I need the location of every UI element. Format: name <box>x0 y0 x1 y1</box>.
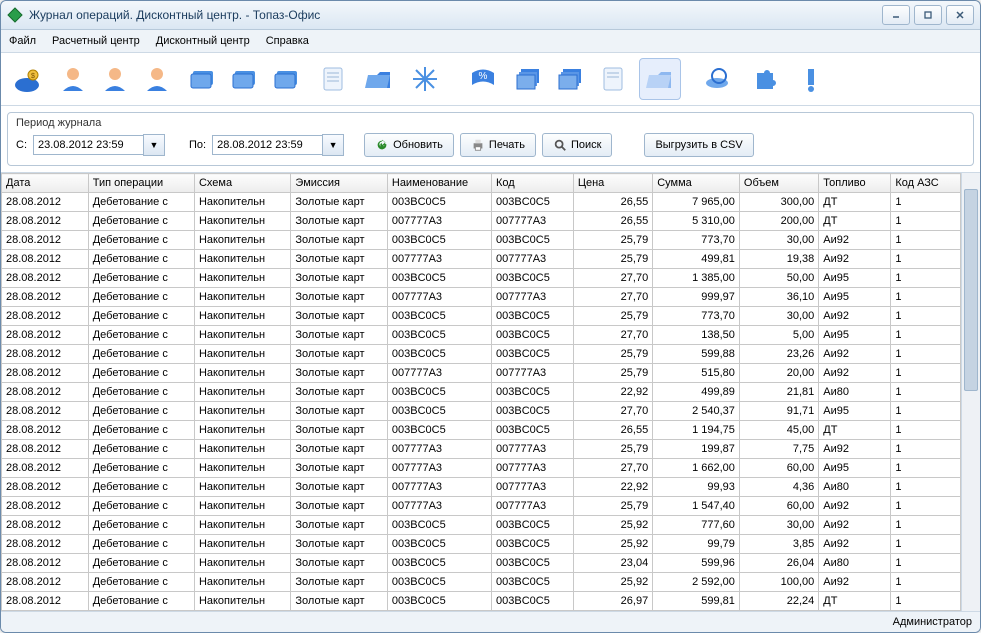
vertical-scrollbar[interactable] <box>961 173 980 611</box>
menubar: Файл Расчетный центр Дисконтный центр Сп… <box>1 30 980 53</box>
table-row[interactable]: 28.08.2012Дебетование сНакопительнЗолоты… <box>2 440 961 459</box>
export-csv-button[interactable]: Выгрузить в CSV <box>644 133 753 157</box>
table-row[interactable]: 28.08.2012Дебетование сНакопительнЗолоты… <box>2 231 961 250</box>
from-date-input[interactable] <box>33 135 143 155</box>
col-name[interactable]: Наименование <box>387 174 491 193</box>
toolbar-user2-icon[interactable] <box>95 59 135 99</box>
toolbar-user3-icon[interactable] <box>137 59 177 99</box>
table-row[interactable]: 28.08.2012Дебетование сНакопительнЗолоты… <box>2 459 961 478</box>
table-row[interactable]: 28.08.2012Дебетование сНакопительнЗолоты… <box>2 269 961 288</box>
col-vol[interactable]: Объем <box>739 174 818 193</box>
toolbar-cards2-icon[interactable] <box>225 59 265 99</box>
col-azs[interactable]: Код АЗС <box>891 174 961 193</box>
toolbar-cards3-icon[interactable] <box>267 59 307 99</box>
table-row[interactable]: 28.08.2012Дебетование сНакопительнЗолоты… <box>2 592 961 611</box>
table-row[interactable]: 28.08.2012Дебетование сНакопительнЗолоты… <box>2 497 961 516</box>
table-row[interactable]: 28.08.2012Дебетование сНакопительнЗолоты… <box>2 573 961 592</box>
filter-legend: Период журнала <box>16 117 965 129</box>
close-button[interactable] <box>946 5 974 25</box>
refresh-icon <box>375 138 389 152</box>
table-row[interactable]: 28.08.2012Дебетование сНакопительнЗолоты… <box>2 345 961 364</box>
titlebar: Журнал операций. Дисконтный центр. - Топ… <box>1 1 980 30</box>
print-button[interactable]: Печать <box>460 133 536 157</box>
toolbar-user1-icon[interactable] <box>53 59 93 99</box>
svg-text:$: $ <box>31 73 35 80</box>
col-emission[interactable]: Эмиссия <box>291 174 387 193</box>
table-row[interactable]: 28.08.2012Дебетование сНакопительнЗолоты… <box>2 402 961 421</box>
app-window: Журнал операций. Дисконтный центр. - Топ… <box>0 0 981 633</box>
table-row[interactable]: 28.08.2012Дебетование сНакопительнЗолоты… <box>2 478 961 497</box>
filter-panel: Период журнала С: ▼ По: ▼ Обновить Печат… <box>7 112 974 166</box>
col-scheme[interactable]: Схема <box>194 174 290 193</box>
col-price[interactable]: Цена <box>573 174 652 193</box>
to-label: По: <box>189 139 206 151</box>
toolbar-stack2-icon[interactable] <box>551 59 591 99</box>
table-row[interactable]: 28.08.2012Дебетование сНакопительнЗолоты… <box>2 288 961 307</box>
statusbar: Администратор <box>1 611 980 632</box>
window-title: Журнал операций. Дисконтный центр. - Топ… <box>29 8 882 22</box>
toolbar-info-icon[interactable] <box>791 59 831 99</box>
toolbar-puzzle-icon[interactable] <box>745 59 785 99</box>
toolbar-stack1-icon[interactable] <box>509 59 549 99</box>
table-row[interactable]: 28.08.2012Дебетование сНакопительнЗолоты… <box>2 516 961 535</box>
menu-help[interactable]: Справка <box>266 35 309 47</box>
from-label: С: <box>16 139 27 151</box>
table-row[interactable]: 28.08.2012Дебетование сНакопительнЗолоты… <box>2 383 961 402</box>
printer-icon <box>471 138 485 152</box>
svg-text:%: % <box>479 71 488 82</box>
toolbar-folder-icon[interactable] <box>359 59 399 99</box>
toolbar-search-icon[interactable] <box>699 59 739 99</box>
toolbar-snowflake-icon[interactable] <box>405 59 445 99</box>
menu-file[interactable]: Файл <box>9 35 36 47</box>
status-user: Администратор <box>893 616 972 628</box>
table-row[interactable]: 28.08.2012Дебетование сНакопительнЗолоты… <box>2 193 961 212</box>
col-fuel[interactable]: Топливо <box>819 174 891 193</box>
toolbar-money-icon[interactable]: $ <box>7 59 47 99</box>
to-date-input[interactable] <box>212 135 322 155</box>
to-date-dropdown[interactable]: ▼ <box>322 134 344 156</box>
table-row[interactable]: 28.08.2012Дебетование сНакопительнЗолоты… <box>2 250 961 269</box>
search-button[interactable]: Поиск <box>542 133 612 157</box>
table-row[interactable]: 28.08.2012Дебетование сНакопительнЗолоты… <box>2 535 961 554</box>
menu-calc-center[interactable]: Расчетный центр <box>52 35 140 47</box>
operations-grid[interactable]: Дата Тип операции Схема Эмиссия Наименов… <box>1 173 961 611</box>
from-date-dropdown[interactable]: ▼ <box>143 134 165 156</box>
app-icon <box>7 7 23 23</box>
col-sum[interactable]: Сумма <box>653 174 740 193</box>
table-row[interactable]: 28.08.2012Дебетование сНакопительнЗолоты… <box>2 364 961 383</box>
toolbar-folder2-icon[interactable] <box>639 58 681 100</box>
table-row[interactable]: 28.08.2012Дебетование сНакопительнЗолоты… <box>2 307 961 326</box>
toolbar-stack3-icon[interactable] <box>593 59 633 99</box>
toolbar-cards1-icon[interactable] <box>183 59 223 99</box>
refresh-button[interactable]: Обновить <box>364 133 454 157</box>
toolbar: $ % <box>1 53 980 106</box>
table-row[interactable]: 28.08.2012Дебетование сНакопительнЗолоты… <box>2 326 961 345</box>
toolbar-book-percent-icon[interactable]: % <box>463 59 503 99</box>
col-code[interactable]: Код <box>492 174 574 193</box>
table-row[interactable]: 28.08.2012Дебетование сНакопительнЗолоты… <box>2 554 961 573</box>
maximize-button[interactable] <box>914 5 942 25</box>
toolbar-notepad-icon[interactable] <box>313 59 353 99</box>
table-row[interactable]: 28.08.2012Дебетование сНакопительнЗолоты… <box>2 212 961 231</box>
col-op[interactable]: Тип операции <box>88 174 194 193</box>
minimize-button[interactable] <box>882 5 910 25</box>
scrollbar-thumb[interactable] <box>964 189 978 391</box>
header-row: Дата Тип операции Схема Эмиссия Наименов… <box>2 174 961 193</box>
table-row[interactable]: 28.08.2012Дебетование сНакопительнЗолоты… <box>2 421 961 440</box>
magnifier-icon <box>553 138 567 152</box>
menu-discount-center[interactable]: Дисконтный центр <box>156 35 250 47</box>
col-date[interactable]: Дата <box>2 174 89 193</box>
content-area: Дата Тип операции Схема Эмиссия Наименов… <box>1 172 980 611</box>
